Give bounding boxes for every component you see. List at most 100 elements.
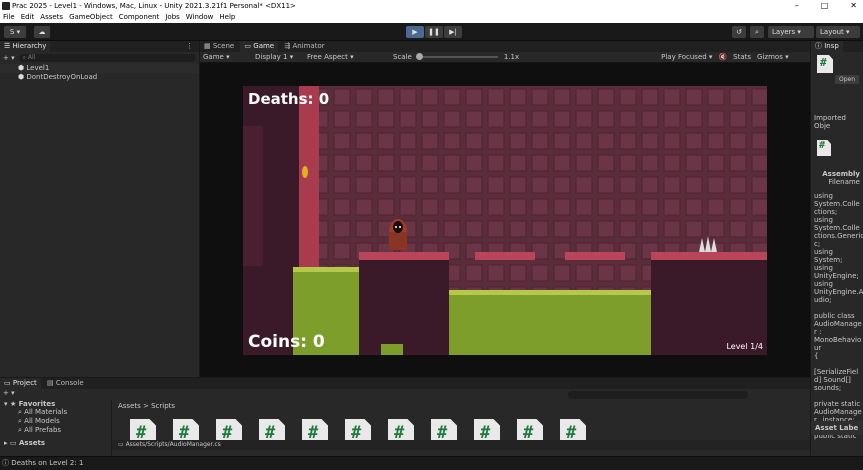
menu-gameobject[interactable]: GameObject	[69, 12, 113, 23]
title-bar: Prac 2025 - Level1 - Windows, Mac, Linux…	[0, 0, 863, 12]
code-line: using	[814, 264, 833, 272]
game-toolbar: Game ▾ Display 1 ▾ Free Aspect ▾ Scale 1…	[200, 52, 810, 63]
project-search-input[interactable]	[568, 391, 748, 399]
favorites-item[interactable]: ⌕ All Prefabs	[0, 426, 111, 435]
hierarchy-search-input[interactable]: ⌕ All	[18, 54, 196, 62]
tab-project[interactable]: ▭ Project	[0, 378, 41, 389]
open-button[interactable]: Open	[835, 75, 859, 84]
menu-help[interactable]: Help	[219, 12, 235, 23]
code-line: ur	[814, 344, 822, 352]
favorites-header[interactable]: ▾ ★ Favorites	[0, 400, 111, 408]
gizmos-dropdown[interactable]: Gizmos ▾	[757, 53, 789, 61]
selected-asset-path: ▭ Assets/Scripts/AudioManager.cs	[112, 440, 810, 450]
account-dropdown[interactable]: S ▾	[4, 26, 26, 38]
aspect-dropdown[interactable]: Free Aspect ▾	[307, 53, 387, 61]
window-title: Prac 2025 - Level1 - Windows, Mac, Linux…	[12, 2, 296, 10]
favorites-item[interactable]: ⌕ All Materials	[0, 408, 111, 417]
menu-bar: File Edit Assets GameObject Component Jo…	[0, 12, 863, 23]
scale-slider-handle[interactable]	[415, 53, 423, 60]
deaths-counter: Deaths: 0	[248, 90, 330, 108]
close-button[interactable]: ✕	[850, 0, 857, 12]
menu-component[interactable]: Component	[119, 12, 160, 23]
assembly-label: Assembly	[822, 170, 860, 178]
code-line: AudioManage	[814, 408, 862, 416]
info-icon: ⓘ	[2, 459, 9, 467]
mute-icon[interactable]: 🔇	[718, 53, 727, 61]
layout-dropdown[interactable]: Layout ▾	[816, 26, 860, 38]
play-button[interactable]: ▶	[406, 26, 424, 38]
script-source-preview: using System.Colle ctions; using System.Coll…	[811, 192, 863, 440]
level-indicator: Level 1/4	[726, 342, 763, 351]
display-dropdown[interactable]: Display 1 ▾	[255, 53, 301, 61]
code-line: ctions;	[814, 208, 838, 216]
code-line: [SerializeFiel	[814, 368, 859, 376]
game-viewport[interactable]: Deaths: 0 Coins: 0 Level 1/4	[243, 86, 767, 355]
code-line: c;	[814, 240, 821, 248]
code-line: MonoBehavio	[814, 336, 862, 344]
scale-value: 1.1x	[503, 53, 520, 61]
menu-edit[interactable]: Edit	[21, 12, 35, 23]
game-mode-dropdown[interactable]: Game ▾	[203, 53, 249, 61]
code-line: udio;	[814, 296, 832, 304]
add-icon[interactable]: + ▾	[3, 54, 15, 62]
panel-menu-icon[interactable]: ⋮	[186, 41, 193, 52]
code-line: UnityEngine.A	[814, 288, 863, 296]
code-line: d] Sound[]	[814, 376, 851, 384]
code-line: System.Colle	[814, 200, 860, 208]
main-toolbar: S ▾ ☁ ▶ ❚❚ ▶| ↺ ⌕ Layers ▾ Layout ▾	[0, 23, 863, 41]
code-line: private static	[814, 400, 861, 408]
tab-scene[interactable]: ▦ Scene	[200, 41, 238, 52]
tab-game[interactable]: ▭ Game	[240, 41, 279, 52]
filename-label: Filename	[828, 178, 860, 186]
tab-console[interactable]: ▤ Console	[43, 378, 88, 389]
code-line: ctions.Generic	[814, 232, 863, 240]
code-line: using System;	[814, 248, 843, 264]
maximize-button[interactable]: □	[821, 0, 829, 12]
scale-slider[interactable]	[415, 53, 498, 60]
imported-object-label: Imported Obje	[814, 114, 846, 130]
history-icon[interactable]: ↺	[732, 26, 746, 38]
search-icon[interactable]: ⌕	[750, 26, 764, 38]
pause-button[interactable]: ❚❚	[425, 26, 443, 38]
scale-label: Scale	[393, 53, 412, 61]
coins-counter: Coins: 0	[248, 332, 325, 352]
tab-hierarchy[interactable]: ☰ Hierarchy	[0, 41, 51, 52]
status-message[interactable]: Deaths on Level 2: 1	[11, 459, 83, 467]
list-item[interactable]: ⬢ Level1	[0, 64, 199, 73]
menu-assets[interactable]: Assets	[40, 12, 63, 23]
menu-jobs[interactable]: Jobs	[165, 12, 179, 23]
step-button[interactable]: ▶|	[444, 26, 462, 38]
tab-animator[interactable]: ⇶ Animator	[280, 41, 328, 52]
play-focused-dropdown[interactable]: Play Focused ▾	[661, 53, 712, 61]
menu-window[interactable]: Window	[186, 12, 214, 23]
code-line: using	[814, 216, 833, 224]
assets-folder[interactable]: ▸ ▭ Assets	[0, 439, 111, 447]
script-asset-icon: #	[817, 140, 831, 156]
list-item[interactable]: ⬢ DontDestroyOnLoad	[0, 73, 199, 82]
code-line: sounds;	[814, 384, 842, 392]
inspector-panel: ⓘ Insp # Open Imported Obje # Assembly F…	[811, 41, 863, 456]
project-panel: ▭ Project ▤ Console + ▾ ▾ ★ Favorites ⌕ …	[0, 378, 810, 456]
layers-dropdown[interactable]: Layers ▾	[768, 26, 814, 38]
cloud-icon[interactable]: ☁	[34, 26, 50, 38]
breadcrumb-scripts[interactable]: Scripts	[151, 402, 175, 410]
code-line: r :	[814, 328, 822, 336]
project-tree: ▾ ★ Favorites ⌕ All Materials ⌕ All Mode…	[0, 400, 112, 456]
stats-button[interactable]: Stats	[733, 53, 751, 61]
unity-logo-icon	[2, 2, 10, 10]
code-line: public class	[814, 312, 855, 320]
code-line: {	[814, 352, 819, 360]
breadcrumb-assets[interactable]: Assets	[118, 402, 141, 410]
code-line: UnityEngine;	[814, 272, 859, 280]
add-asset-icon[interactable]: + ▾	[3, 389, 15, 397]
minimize-button[interactable]: –	[795, 0, 799, 12]
asset-labels-section[interactable]: Asset Labe	[811, 421, 863, 435]
tab-inspector[interactable]: ⓘ Insp	[811, 41, 843, 52]
menu-file[interactable]: File	[3, 12, 15, 23]
code-line: AudioManage	[814, 320, 862, 328]
favorites-item[interactable]: ⌕ All Models	[0, 417, 111, 426]
hierarchy-panel: ☰ Hierarchy ⋮ + ▾ ⌕ All ⬢ Level1 ⬢ DontD…	[0, 41, 199, 377]
scene-icon: ⬢	[18, 64, 25, 72]
